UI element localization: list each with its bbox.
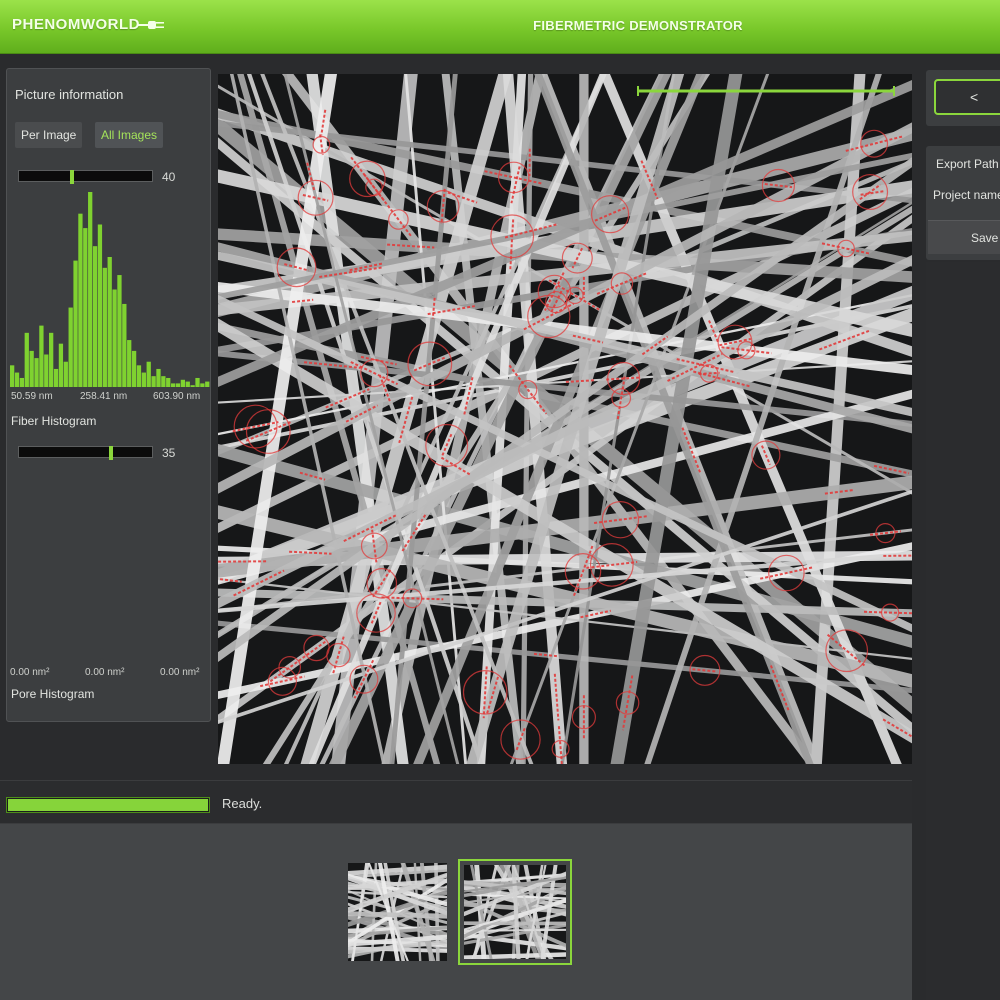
pore-histogram-max-label: 0.00 nm²: [160, 667, 200, 678]
thumbnail-fiber-render: [464, 865, 566, 959]
histogram-bar: [205, 381, 210, 387]
picture-information-title: Picture information: [15, 87, 124, 102]
fiber-slider-thumb[interactable]: [70, 170, 75, 184]
fiber-histogram-max-label: 603.90 nm: [153, 391, 201, 402]
histogram-bar: [136, 365, 142, 387]
histogram-bar: [97, 224, 103, 387]
progress-fill: [8, 799, 208, 811]
pore-histogram-mid-label: 0.00 nm²: [85, 667, 125, 678]
histogram-bar: [10, 365, 15, 387]
app-title: FIBERMETRIC DEMONSTRATOR: [533, 18, 743, 33]
histogram-bar: [170, 383, 176, 387]
histogram-bar: [195, 377, 200, 387]
histogram-bar: [14, 372, 20, 387]
thumbnail-fiber-render: [348, 863, 447, 961]
histogram-bar: [161, 376, 166, 387]
tab-all-images[interactable]: All Images: [95, 122, 164, 148]
app-header: PHENOMWORLD FIBERMETRIC DEMONSTRATOR: [0, 0, 1000, 54]
image-gallery: [0, 824, 912, 1000]
save-button[interactable]: Save: [928, 220, 1000, 254]
fiber-slider-value: 40: [162, 170, 176, 184]
histogram-bar: [49, 332, 54, 387]
histogram-bar: [141, 372, 146, 387]
picture-information-panel: Picture information Per Image All Images…: [6, 68, 211, 722]
histogram-bar: [68, 307, 73, 387]
histogram-bar: [92, 246, 98, 387]
histogram-bar: [166, 377, 171, 387]
progress-bar: [6, 797, 210, 813]
histogram-bar: [200, 383, 205, 387]
histogram-bar: [107, 257, 112, 387]
histogram-bar: [39, 325, 44, 387]
pore-histogram-min-label: 0.00 nm²: [10, 667, 50, 678]
histogram-bar: [146, 361, 151, 387]
histogram-bar: [44, 354, 49, 387]
histogram-bar: [78, 213, 83, 387]
histogram-bar: [34, 358, 39, 387]
histogram-bar: [19, 377, 25, 387]
histogram-bar: [156, 368, 161, 387]
pore-slider-value: 35: [162, 446, 176, 460]
histogram-bar: [151, 376, 156, 387]
thumbnail-image-2[interactable]: [458, 859, 572, 965]
histogram-bar: [24, 332, 29, 387]
histogram-bar: [117, 275, 122, 387]
histogram-bar: [102, 267, 107, 387]
histogram-bar: [180, 379, 186, 387]
pore-slider[interactable]: [18, 446, 153, 460]
tab-per-image[interactable]: Per Image: [15, 122, 83, 148]
sem-fiber-image[interactable]: [218, 74, 912, 764]
export-panel: Export Path Project name Save: [926, 146, 1000, 260]
status-text: Ready.: [222, 796, 263, 811]
histogram-bar: [53, 368, 59, 387]
right-panel-background: [926, 262, 1000, 1000]
fiber-slider[interactable]: [18, 170, 153, 184]
pore-histogram-title: Pore Histogram: [11, 687, 95, 701]
back-button[interactable]: <: [934, 79, 1000, 115]
fiber-histogram-mid-label: 258.41 nm: [80, 391, 128, 402]
fiber-histogram-chart: [10, 192, 210, 387]
histogram-bar: [175, 383, 181, 387]
histogram-bar: [83, 228, 88, 387]
histogram-bar: [63, 361, 68, 387]
histogram-bar: [122, 303, 127, 387]
histogram-bar: [185, 381, 190, 387]
fiber-histogram-min-label: 50.59 nm: [11, 391, 53, 402]
status-bar: Ready.: [0, 780, 912, 824]
histogram-bar: [190, 385, 195, 387]
histogram-bar: [73, 260, 78, 387]
histogram-bar: [131, 350, 137, 387]
histogram-bar: [29, 350, 34, 387]
histogram-bar: [112, 289, 117, 387]
histogram-bar: [88, 192, 93, 387]
pore-slider-thumb[interactable]: [109, 446, 114, 460]
fiber-histogram-title: Fiber Histogram: [11, 414, 97, 428]
histogram-bar: [58, 343, 64, 387]
fiber-network-render: [218, 74, 912, 764]
project-name-label[interactable]: Project name: [933, 188, 1000, 202]
thumbnail-image-1[interactable]: [348, 863, 447, 961]
export-path-label[interactable]: Export Path: [936, 157, 999, 171]
histogram-bar: [127, 340, 132, 387]
navigation-panel: <: [926, 70, 1000, 126]
